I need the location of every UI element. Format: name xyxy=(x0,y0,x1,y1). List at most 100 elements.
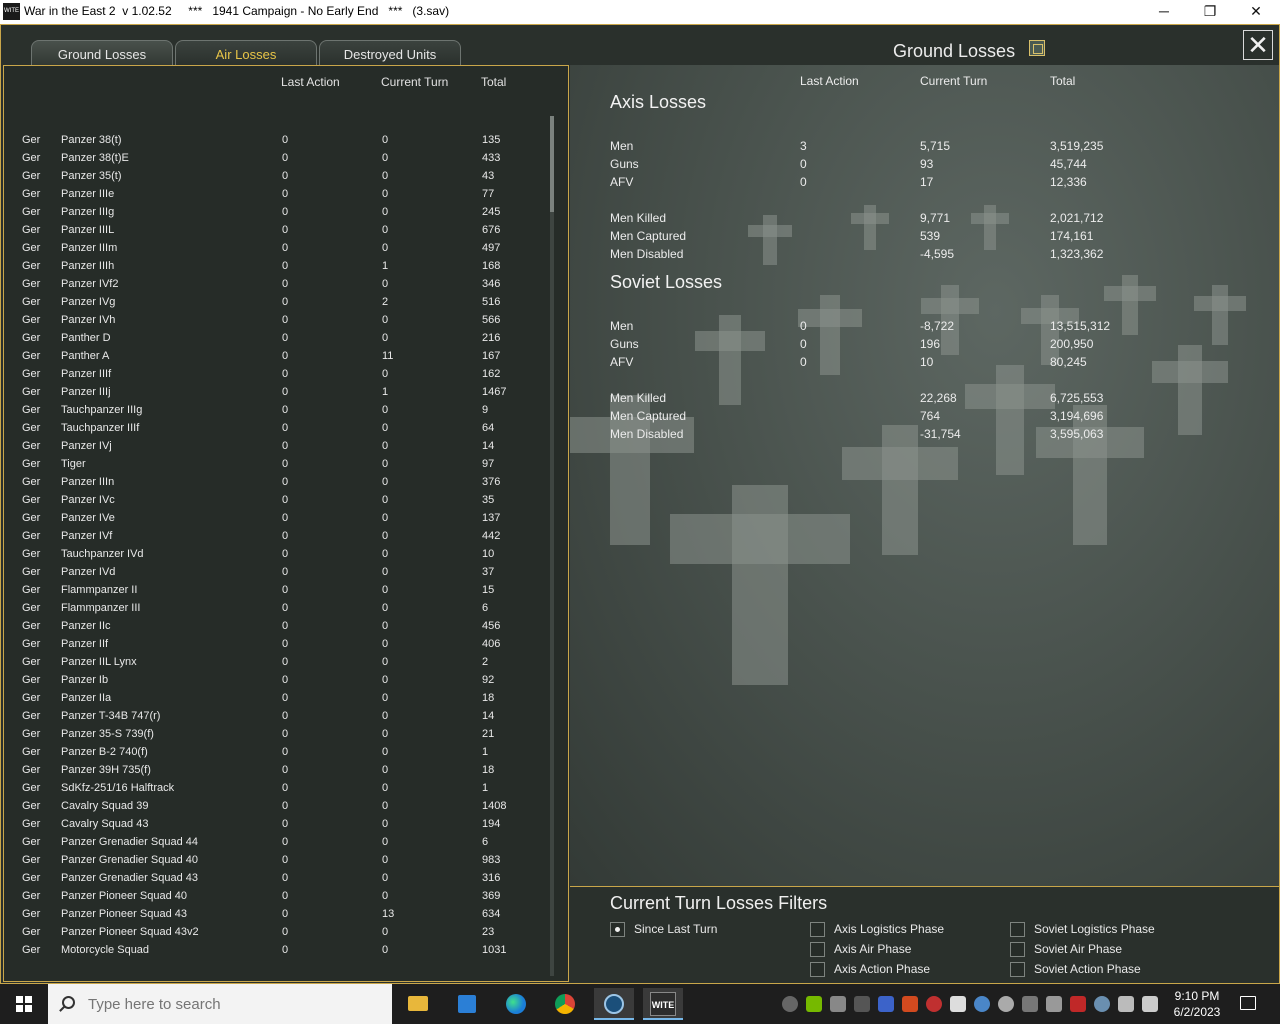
table-row[interactable]: Ger Cavalry Squad 43 0 0 194 xyxy=(4,815,549,833)
ssd-icon[interactable] xyxy=(1022,996,1038,1012)
table-row[interactable]: Ger Panzer B-2 740(f) 0 0 1 xyxy=(4,743,549,761)
scrollbar-thumb[interactable] xyxy=(550,116,554,212)
tab-ground-losses[interactable]: Ground Losses xyxy=(31,40,173,66)
table-row[interactable]: Ger Tiger 0 0 97 xyxy=(4,455,549,473)
table-row[interactable]: Ger Panzer IVj 0 0 14 xyxy=(4,437,549,455)
table-row[interactable]: Ger Panzer IIf 0 0 406 xyxy=(4,635,549,653)
table-row[interactable]: Ger Panzer Grenadier Squad 44 0 0 6 xyxy=(4,833,549,851)
radio-button[interactable] xyxy=(610,922,625,937)
table-row[interactable]: Ger Panzer 35(t) 0 0 43 xyxy=(4,167,549,185)
ccleaner-icon[interactable] xyxy=(902,996,918,1012)
radio-button[interactable] xyxy=(1010,942,1025,957)
last-action-cell: 0 xyxy=(282,332,289,344)
column-header-current-turn[interactable]: Current Turn xyxy=(381,75,448,89)
total-cell: 634 xyxy=(482,908,501,920)
table-row[interactable]: Ger Panzer IVe 0 0 137 xyxy=(4,509,549,527)
msi-icon[interactable] xyxy=(1070,996,1086,1012)
total-cell: 18 xyxy=(482,692,495,704)
table-row[interactable]: Ger Panzer IIIg 0 0 245 xyxy=(4,203,549,221)
table-row[interactable]: Ger Panzer 38(t) 0 0 135 xyxy=(4,131,549,149)
radio-button[interactable] xyxy=(810,922,825,937)
window-mode-icon[interactable] xyxy=(1029,40,1045,56)
notification-icon[interactable] xyxy=(1240,996,1256,1010)
table-row[interactable]: Ger Panzer IIIn 0 0 376 xyxy=(4,473,549,491)
edge-browser-icon[interactable] xyxy=(496,988,536,1020)
start-button[interactable] xyxy=(0,984,48,1024)
total-cell: 21 xyxy=(482,728,495,740)
radio-button[interactable] xyxy=(1010,922,1025,937)
table-row[interactable]: Ger Panzer IVh 0 0 566 xyxy=(4,311,549,329)
current-turn-cell: 0 xyxy=(382,872,389,884)
radio-button[interactable] xyxy=(1010,962,1025,977)
table-row[interactable]: Ger Flammpanzer III 0 0 6 xyxy=(4,599,549,617)
table-row[interactable]: Ger Panzer IIIm 0 0 497 xyxy=(4,239,549,257)
nvidia-icon[interactable] xyxy=(806,996,822,1012)
location-icon[interactable] xyxy=(974,996,990,1012)
steam-tray-icon[interactable] xyxy=(1094,996,1110,1012)
table-row[interactable]: Ger Panther A 0 11 167 xyxy=(4,347,549,365)
tab-air-losses[interactable]: Air Losses xyxy=(175,40,317,66)
table-row[interactable]: Ger Panzer IVc 0 0 35 xyxy=(4,491,549,509)
maximize-button[interactable]: ❐ xyxy=(1187,0,1233,24)
soviet-last-action-value: 0 xyxy=(800,319,807,333)
epic-games-icon[interactable] xyxy=(854,996,870,1012)
table-row[interactable]: Ger Panzer Grenadier Squad 40 0 0 983 xyxy=(4,851,549,869)
table-row[interactable]: Ger Panzer IIIj 0 1 1467 xyxy=(4,383,549,401)
webcam-icon[interactable] xyxy=(998,996,1014,1012)
table-row[interactable]: Ger Panzer IIc 0 0 456 xyxy=(4,617,549,635)
radio-button[interactable] xyxy=(810,962,825,977)
table-row[interactable]: Ger Panzer Pioneer Squad 40 0 0 369 xyxy=(4,887,549,905)
table-row[interactable]: Ger Panzer IIL Lynx 0 0 2 xyxy=(4,653,549,671)
table-row[interactable]: Ger Panzer IVg 0 2 516 xyxy=(4,293,549,311)
search-input[interactable] xyxy=(88,994,378,1014)
table-row[interactable]: Ger Panzer IVf 0 0 442 xyxy=(4,527,549,545)
close-dialog-button[interactable]: ✕ xyxy=(1243,30,1273,60)
table-row[interactable]: Ger Panzer IIa 0 0 18 xyxy=(4,689,549,707)
wite-game-icon[interactable]: WITE xyxy=(643,988,683,1020)
skype-icon[interactable] xyxy=(782,996,798,1012)
table-row[interactable]: Ger Panzer 38(t)E 0 0 433 xyxy=(4,149,549,167)
table-row[interactable]: Ger Panzer Grenadier Squad 43 0 0 316 xyxy=(4,869,549,887)
system-clock[interactable]: 9:10 PM 6/2/2023 xyxy=(1168,988,1226,1020)
table-row[interactable]: Ger SdKfz-251/16 Halftrack 0 0 1 xyxy=(4,779,549,797)
file-explorer-icon[interactable] xyxy=(398,988,438,1020)
radio-button[interactable] xyxy=(810,942,825,957)
chrome-browser-icon[interactable] xyxy=(545,988,585,1020)
security-shield-icon[interactable] xyxy=(950,996,966,1012)
scrollbar-track[interactable] xyxy=(550,116,554,976)
volume-icon[interactable] xyxy=(1142,996,1158,1012)
malwarebytes-icon[interactable] xyxy=(878,996,894,1012)
table-row[interactable]: Ger Tauchpanzer IIIg 0 0 9 xyxy=(4,401,549,419)
tab-destroyed-units[interactable]: Destroyed Units xyxy=(319,40,461,66)
table-row[interactable]: Ger Panzer IIIf 0 0 162 xyxy=(4,365,549,383)
table-row[interactable]: Ger Panzer T-34B 747(r) 0 0 14 xyxy=(4,707,549,725)
table-row[interactable]: Ger Flammpanzer II 0 0 15 xyxy=(4,581,549,599)
last-action-cell: 0 xyxy=(282,674,289,686)
tray-tool-icon[interactable] xyxy=(1046,996,1062,1012)
column-header-total[interactable]: Total xyxy=(481,75,506,89)
table-row[interactable]: Ger Panzer IIIL 0 0 676 xyxy=(4,221,549,239)
steam-icon[interactable] xyxy=(594,988,634,1020)
tray-app-icon[interactable] xyxy=(830,996,846,1012)
taskbar-search[interactable] xyxy=(48,984,392,1024)
table-row[interactable]: Ger Panther D 0 0 216 xyxy=(4,329,549,347)
network-icon[interactable] xyxy=(1118,996,1134,1012)
table-row[interactable]: Ger Panzer 35-S 739(f) 0 0 21 xyxy=(4,725,549,743)
table-row[interactable]: Ger Panzer IIIe 0 0 77 xyxy=(4,185,549,203)
table-row[interactable]: Ger Tauchpanzer IIIf 0 0 64 xyxy=(4,419,549,437)
window-close-button[interactable]: ✕ xyxy=(1233,0,1279,24)
table-row[interactable]: Ger Panzer IIIh 0 1 168 xyxy=(4,257,549,275)
table-row[interactable]: Ger Panzer IVf2 0 0 346 xyxy=(4,275,549,293)
table-row[interactable]: Ger Tauchpanzer IVd 0 0 10 xyxy=(4,545,549,563)
minimize-button[interactable]: ─ xyxy=(1141,0,1187,24)
table-row[interactable]: Ger Motorcycle Squad 0 0 1031 xyxy=(4,941,549,959)
table-row[interactable]: Ger Panzer Ib 0 0 92 xyxy=(4,671,549,689)
table-row[interactable]: Ger Cavalry Squad 39 0 0 1408 xyxy=(4,797,549,815)
microsoft-store-icon[interactable] xyxy=(447,988,487,1020)
table-row[interactable]: Ger Panzer Pioneer Squad 43 0 13 634 xyxy=(4,905,549,923)
table-row[interactable]: Ger Panzer Pioneer Squad 43v2 0 0 23 xyxy=(4,923,549,941)
table-row[interactable]: Ger Panzer IVd 0 0 37 xyxy=(4,563,549,581)
tray-red-icon[interactable] xyxy=(926,996,942,1012)
column-header-last-action[interactable]: Last Action xyxy=(281,75,340,89)
table-row[interactable]: Ger Panzer 39H 735(f) 0 0 18 xyxy=(4,761,549,779)
